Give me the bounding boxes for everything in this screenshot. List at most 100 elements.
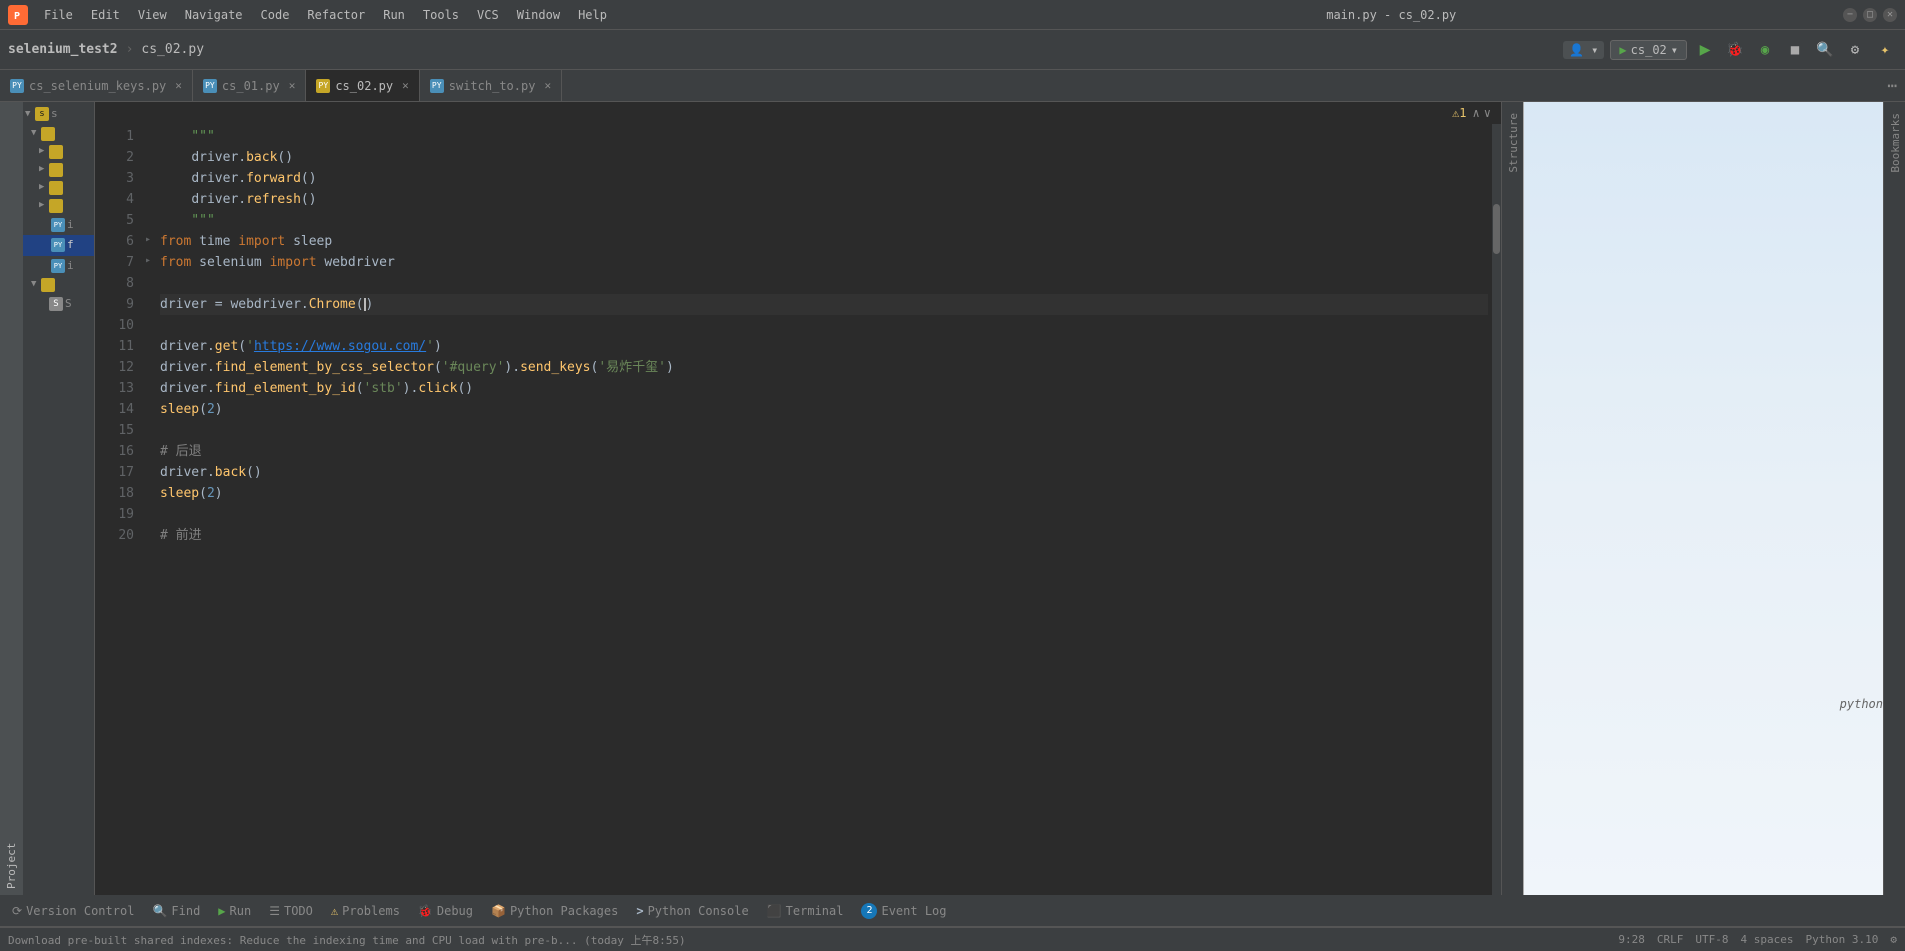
tree-icon-root: s xyxy=(35,107,49,121)
maximize-button[interactable]: □ xyxy=(1863,8,1877,22)
tab-cs-selenium-keys[interactable]: PY cs_selenium_keys.py ✕ xyxy=(0,70,193,101)
project-tab[interactable]: Project xyxy=(0,102,23,895)
menu-bar: File Edit View Navigate Code Refactor Ru… xyxy=(36,6,940,24)
tree-node-8[interactable]: PY i xyxy=(23,256,94,277)
indent-setting[interactable]: 4 spaces xyxy=(1741,933,1794,946)
code-18-open: ( xyxy=(199,486,207,501)
status-settings-icon[interactable]: ⚙ xyxy=(1890,933,1897,946)
code-13-click: click xyxy=(418,381,457,396)
bottom-tab-debug[interactable]: 🐞 Debug xyxy=(410,895,481,926)
line-ending[interactable]: CRLF xyxy=(1657,933,1684,946)
code-9-eq: = xyxy=(215,297,231,312)
tree-node-2[interactable]: ▶ xyxy=(23,143,94,161)
tree-node-10[interactable]: S S xyxy=(23,294,94,315)
tab-close-cs-02[interactable]: ✕ xyxy=(402,79,409,92)
run-config-icon: ▶ xyxy=(1619,43,1626,57)
tree-icon-4 xyxy=(49,181,63,195)
cursor-position[interactable]: 9:28 xyxy=(1618,933,1645,946)
code-13-dot: . xyxy=(207,381,215,396)
bottom-tab-python-console[interactable]: > Python Console xyxy=(628,895,756,926)
tab-close-cs-01[interactable]: ✕ xyxy=(289,79,296,92)
python-text-overlay: python xyxy=(1840,697,1883,711)
bottom-tab-python-packages[interactable]: 📦 Python Packages xyxy=(483,895,626,926)
menu-file[interactable]: File xyxy=(36,6,81,24)
menu-run[interactable]: Run xyxy=(375,6,413,24)
settings-button[interactable]: ⚙ xyxy=(1843,38,1867,62)
tree-node-root[interactable]: ▼ s s xyxy=(23,104,94,125)
menu-vcs[interactable]: VCS xyxy=(469,6,507,24)
user-button[interactable]: 👤 ▾ xyxy=(1563,41,1604,59)
encoding[interactable]: UTF-8 xyxy=(1695,933,1728,946)
menu-help[interactable]: Help xyxy=(570,6,615,24)
tree-node-1[interactable]: ▼ xyxy=(23,125,94,143)
code-2-back: back xyxy=(246,150,277,165)
bottom-tab-terminal[interactable]: ⬛ Terminal xyxy=(759,895,852,926)
menu-code[interactable]: Code xyxy=(253,6,298,24)
code-17-parens: () xyxy=(246,465,262,480)
close-button[interactable]: ✕ xyxy=(1883,8,1897,22)
tree-node-3[interactable]: ▶ xyxy=(23,161,94,179)
menu-edit[interactable]: Edit xyxy=(83,6,128,24)
code-6-sleep: sleep xyxy=(285,234,332,249)
scrollbar-thumb[interactable] xyxy=(1493,204,1500,254)
tab-close-cs-selenium-keys[interactable]: ✕ xyxy=(175,79,182,92)
bottom-tab-run[interactable]: ▶ Run xyxy=(210,895,259,926)
tree-node-9[interactable]: ▼ xyxy=(23,276,94,294)
menu-window[interactable]: Window xyxy=(509,6,568,24)
vertical-scrollbar[interactable] xyxy=(1492,124,1501,895)
gutter-fold-6[interactable]: ▸ xyxy=(140,229,156,250)
minimize-button[interactable]: − xyxy=(1843,8,1857,22)
run-config-dropdown[interactable]: ▶ cs_02 ▾ xyxy=(1610,40,1687,60)
nav-up-arrow[interactable]: ∧ xyxy=(1471,106,1482,120)
nav-down-arrow[interactable]: ∨ xyxy=(1482,106,1493,120)
search-everywhere-button[interactable]: 🔍 xyxy=(1813,38,1837,62)
code-2-driver: driver xyxy=(191,150,238,165)
code-4-refresh: refresh xyxy=(246,192,301,207)
code-4-indent xyxy=(160,192,191,207)
terminal-icon: ⬛ xyxy=(767,904,782,918)
gutter-17 xyxy=(140,460,156,481)
bookmarks-label[interactable]: Bookmarks xyxy=(1884,107,1905,179)
tab-cs-02[interactable]: PY cs_02.py ✕ xyxy=(306,70,419,101)
problems-label: Problems xyxy=(342,904,400,918)
current-file-name: cs_02.py xyxy=(141,42,204,57)
bottom-tab-problems[interactable]: ⚠ Problems xyxy=(323,895,408,926)
gutter: ▸ ▸ xyxy=(140,124,156,895)
code-12-close2: ) xyxy=(666,360,674,375)
menu-refactor[interactable]: Refactor xyxy=(299,6,373,24)
debug-button[interactable]: 🐞 xyxy=(1723,38,1747,62)
tree-node-4[interactable]: ▶ xyxy=(23,179,94,197)
line-num-7: 7 xyxy=(95,252,134,273)
bottom-tab-event-log[interactable]: 2 Event Log xyxy=(853,895,954,926)
line-num-12: 12 xyxy=(95,357,134,378)
menu-tools[interactable]: Tools xyxy=(415,6,467,24)
extras-button[interactable]: ✦ xyxy=(1873,38,1897,62)
tab-label-cs-01: cs_01.py xyxy=(222,79,280,93)
code-text-area[interactable]: """ driver.back() driver.forward() drive… xyxy=(156,124,1492,895)
bottom-tab-version-control[interactable]: ⟳ Version Control xyxy=(4,895,142,926)
coverage-button[interactable]: ◉ xyxy=(1753,38,1777,62)
code-line-14: sleep(2) xyxy=(160,399,1488,420)
tabs-more-button[interactable]: ⋯ xyxy=(1879,76,1905,95)
status-message: Download pre-built shared indexes: Reduc… xyxy=(8,932,1606,948)
tree-node-6[interactable]: PY i xyxy=(23,215,94,236)
tab-switch-to[interactable]: PY switch_to.py ✕ xyxy=(420,70,562,101)
bottom-tab-find[interactable]: 🔍 Find xyxy=(144,895,208,926)
tab-close-switch-to[interactable]: ✕ xyxy=(544,79,551,92)
line-num-6: 6 xyxy=(95,231,134,252)
code-line-20: # 前进 xyxy=(160,525,1488,546)
tree-node-5[interactable]: ▶ xyxy=(23,197,94,215)
menu-navigate[interactable]: Navigate xyxy=(177,6,251,24)
run-button[interactable]: ▶ xyxy=(1693,38,1717,62)
gutter-fold-7[interactable]: ▸ xyxy=(140,250,156,271)
bottom-tab-todo[interactable]: ☰ TODO xyxy=(261,895,321,926)
structure-label[interactable]: Structure xyxy=(1502,107,1525,179)
stop-button[interactable]: ■ xyxy=(1783,38,1807,62)
tree-node-7[interactable]: PY f xyxy=(23,235,94,256)
menu-view[interactable]: View xyxy=(130,6,175,24)
tab-cs-01[interactable]: PY cs_01.py ✕ xyxy=(193,70,306,101)
main-layout: Project ▼ s s ▼ ▶ ▶ xyxy=(0,102,1905,895)
python-version[interactable]: Python 3.10 xyxy=(1806,933,1879,946)
code-13-id: 'stb' xyxy=(364,381,403,396)
status-bar: Download pre-built shared indexes: Reduc… xyxy=(0,927,1905,951)
